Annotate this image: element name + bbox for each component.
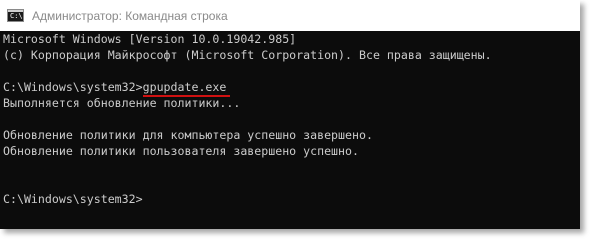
cmd-window: C:\ Администратор: Командная строка Micr… [0, 0, 580, 229]
command-prompt-icon-label: C:\ [10, 12, 23, 20]
console-line: Microsoft Windows [Version 10.0.19042.98… [3, 32, 297, 46]
console-output[interactable]: Microsoft Windows [Version 10.0.19042.98… [0, 31, 580, 229]
window-title: Администратор: Командная строка [32, 8, 228, 23]
console-line: Обновление политики для компьютера успеш… [3, 128, 373, 142]
command-prompt-icon[interactable]: C:\ [7, 9, 24, 22]
console-prompt-line: C:\Windows\system32> [3, 192, 143, 206]
command-text: gpupdate.exe [142, 80, 227, 94]
console-line: (c) Корпорация Майкрософт (Microsoft Cor… [3, 48, 492, 62]
red-underline-annotation [142, 95, 231, 97]
command-prompt: C:\Windows\system32> [3, 80, 143, 94]
command-line: C:\Windows\system32>gpupdate.exe [0, 79, 580, 97]
entered-command: gpupdate.exe [142, 80, 231, 97]
console-line: Выполняется обновление политики... [3, 96, 241, 110]
title-bar[interactable]: C:\ Администратор: Командная строка [0, 0, 580, 31]
console-line: Обновление политики пользователя заверше… [3, 144, 359, 158]
